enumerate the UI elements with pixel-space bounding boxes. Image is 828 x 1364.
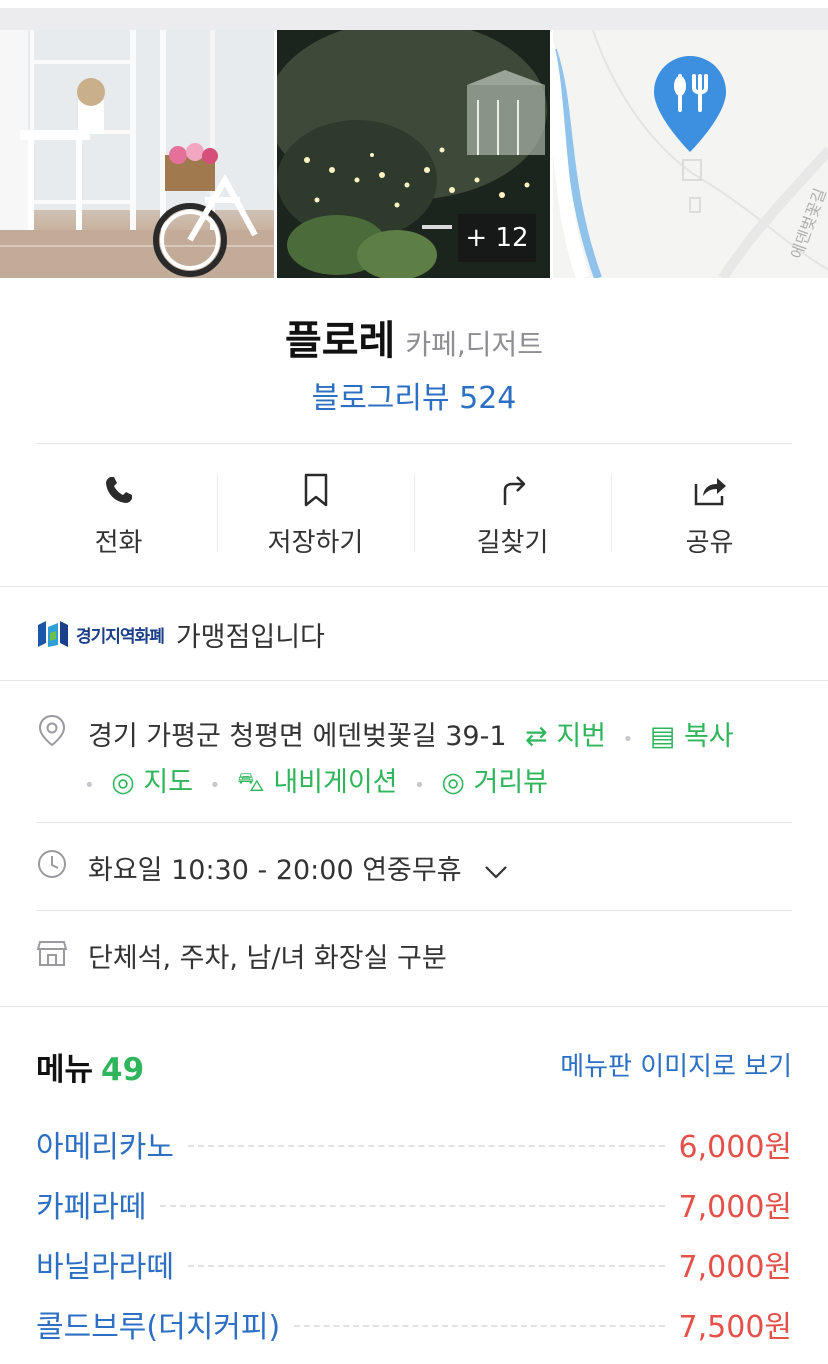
gyeonggi-logo-icon (38, 621, 68, 647)
directions-button[interactable]: 길찾기 (414, 444, 611, 586)
share-label: 공유 (685, 527, 734, 558)
street-view-icon: ◎ (441, 767, 465, 798)
menu-item-name: 카페라떼 (36, 1190, 147, 1225)
menu-item-name: 콜드브루(더치커피) (36, 1310, 281, 1345)
menu-item-name: 바닐라라떼 (36, 1250, 174, 1285)
street-view-link[interactable]: ◎ 거리뷰 (441, 767, 548, 798)
share-button[interactable]: 공유 (611, 444, 808, 586)
divider (36, 822, 792, 823)
menu-item-price: 6,000원 (678, 1130, 792, 1165)
place-name: 플로레 (284, 318, 396, 364)
hours-line: 화요일 10:30 - 20:00 연중무휴 (88, 848, 508, 887)
menu-item-price: 7,500원 (678, 1310, 792, 1345)
blog-review-link[interactable]: 블로그리뷰 524 (0, 373, 828, 417)
copy-icon: ▤ (649, 721, 676, 752)
photo-cafe-bicycle[interactable] (0, 30, 274, 278)
menu-board-image-link[interactable]: 메뉴판 이미지로 보기 (560, 1046, 792, 1083)
top-bar (0, 0, 828, 30)
partner-logo-text: 경기지역화폐 (76, 626, 165, 647)
dotted-leader (294, 1325, 665, 1327)
place-category: 카페,디저트 (405, 328, 544, 361)
copy-label: 복사 (683, 721, 734, 752)
chevron-down-icon[interactable] (484, 864, 508, 880)
phone-icon (105, 476, 132, 503)
divider (0, 680, 828, 681)
menu-item[interactable]: 아메리카노 6,000원 (36, 1114, 792, 1174)
divider (0, 1006, 828, 1007)
car-icon: ⛍ (236, 767, 265, 798)
address-line: 경기 가평군 청평면 에덴벚꽃길 39-1 ⇄ 지번 • ▤ 복사 (88, 714, 734, 753)
directions-icon (503, 475, 525, 505)
menu-item[interactable]: 콜드브루(더치커피) 7,500원 (36, 1294, 792, 1354)
address-links: • ◎ 지도 • ⛍ 내비게이션 • ◎ 거리뷰 (84, 760, 548, 802)
hours-text: 화요일 10:30 - 20:00 연중무휴 (88, 855, 462, 886)
dotted-leader (160, 1205, 665, 1207)
map-pin-small-icon: ◎ (111, 767, 135, 798)
menu-list: 아메리카노 6,000원 카페라떼 7,000원 바닐라라떼 7,000원 콜드… (36, 1114, 792, 1354)
separator-dot: • (622, 729, 634, 750)
directions-label: 길찾기 (476, 527, 549, 558)
clock-icon (38, 850, 66, 878)
navigation-link[interactable]: ⛍ 내비게이션 (237, 767, 398, 798)
menu-item-price: 7,000원 (678, 1250, 792, 1285)
action-bar: 전화 저장하기 길찾기 공유 (20, 444, 808, 586)
menu-item-price: 7,000원 (678, 1190, 792, 1225)
menu-title-text: 메뉴 (36, 1052, 94, 1088)
share-icon (694, 477, 726, 505)
menu-item[interactable]: 바닐라라떼 7,000원 (36, 1234, 792, 1294)
partner-text: 가맹점입니다 (175, 621, 325, 653)
menu-count: 49 (101, 1052, 145, 1088)
call-label: 전화 (94, 527, 143, 558)
street-view-label: 거리뷰 (473, 767, 549, 798)
copy-address-button[interactable]: ▤ 복사 (650, 721, 734, 752)
dotted-leader (188, 1265, 665, 1267)
menu-item-name: 아메리카노 (36, 1130, 174, 1165)
address-text: 경기 가평군 청평면 에덴벚꽃길 39-1 (88, 721, 507, 752)
photo-strip: + 12 에덴벚꽃길 (0, 30, 828, 278)
menu-item[interactable]: 카페라떼 7,000원 (36, 1174, 792, 1234)
call-button[interactable]: 전화 (20, 444, 217, 586)
map-link[interactable]: ◎ 지도 (111, 767, 193, 798)
photo-night-garden[interactable]: + 12 (277, 30, 550, 278)
store-icon (36, 941, 68, 966)
jibun-toggle[interactable]: ⇄ 지번 (525, 721, 606, 752)
divider (0, 586, 828, 587)
save-label: 저장하기 (267, 527, 364, 558)
facilities-row: 단체석, 주차, 남/녀 화장실 구분 (36, 934, 792, 974)
place-header: 플로레 카페,디저트 블로그리뷰 524 (0, 278, 828, 443)
map-label: 지도 (143, 767, 194, 798)
bookmark-icon (304, 473, 327, 506)
hours-row[interactable]: 화요일 10:30 - 20:00 연중무휴 (36, 846, 792, 886)
separator-dot: • (209, 775, 221, 796)
divider (36, 910, 792, 911)
save-button[interactable]: 저장하기 (217, 444, 414, 586)
location-pin-icon (38, 714, 66, 746)
menu-header: 메뉴 49 메뉴판 이미지로 보기 (36, 1040, 792, 1090)
mini-map[interactable]: 에덴벚꽃길 (553, 30, 828, 278)
map-pin-icon (654, 56, 726, 152)
title-row: 플로레 카페,디저트 (0, 308, 828, 366)
separator-dot: • (414, 775, 425, 796)
local-currency-partner: 경기지역화폐 가맹점입니다 (36, 588, 792, 680)
gyeonggi-currency-logo: 경기지역화폐 (36, 617, 165, 651)
menu-title: 메뉴 49 (36, 1044, 144, 1089)
jibun-label: 지번 (556, 721, 607, 752)
facilities-text: 단체석, 주차, 남/녀 화장실 구분 (88, 943, 447, 974)
more-photos-badge[interactable]: + 12 (458, 214, 536, 262)
address-row: 경기 가평군 청평면 에덴벚꽃길 39-1 ⇄ 지번 • ▤ 복사 • ◎ 지도… (36, 710, 792, 810)
navigation-label: 내비게이션 (273, 767, 398, 798)
separator-dot: • (84, 775, 95, 796)
dotted-leader (188, 1145, 665, 1147)
